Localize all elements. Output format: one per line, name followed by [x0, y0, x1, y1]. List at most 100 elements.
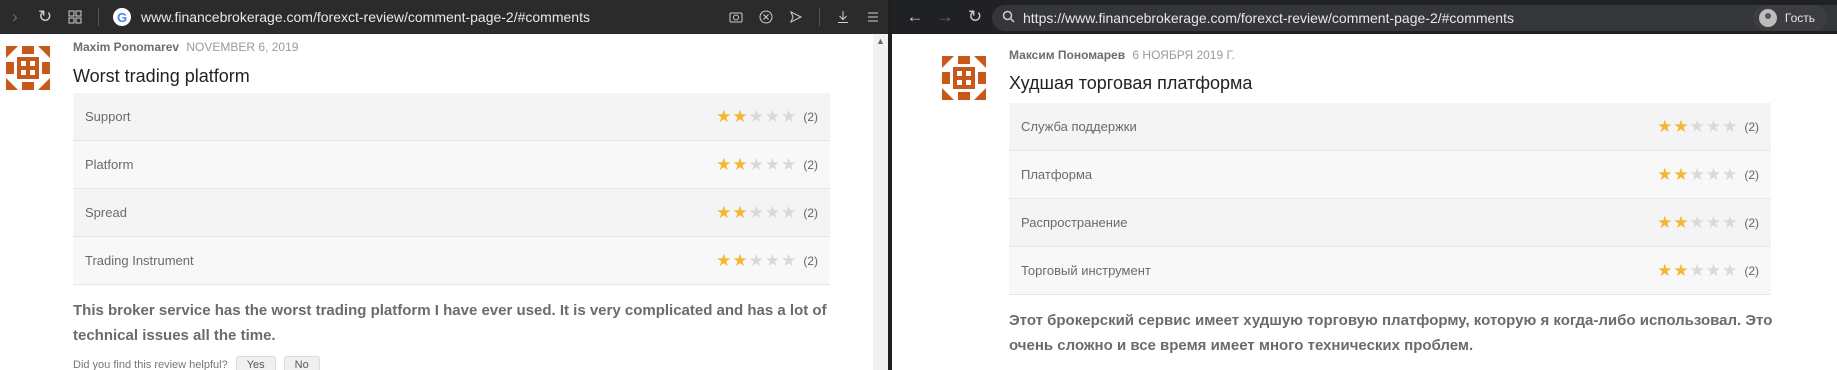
rating-row-spread: Распространение ★ ★ ★ ★ ★ (2) [1009, 199, 1771, 247]
star-icon[interactable]: ★ [1706, 214, 1721, 231]
reload-icon[interactable]: ↻ [30, 2, 60, 32]
reload-icon[interactable]: ↻ [960, 2, 990, 32]
forward-icon[interactable]: → [930, 2, 960, 32]
star-icon[interactable]: ★ [765, 252, 780, 269]
review-date: 6 НОЯБРЯ 2019 Г. [1132, 48, 1235, 62]
star-icon[interactable]: ★ [1722, 118, 1737, 135]
star-icon[interactable]: ★ [765, 156, 780, 173]
star-icon[interactable]: ★ [781, 252, 796, 269]
left-browser-window: › ↻ G www.financebrokerage.com/forexct-r… [0, 0, 888, 370]
star-icon[interactable]: ★ [1690, 118, 1705, 135]
rating-row-support: Support ★ ★ ★ ★ ★ (2) [73, 93, 830, 141]
helpful-section: Did you find this review helpful? Yes No [73, 356, 320, 370]
star-icon[interactable]: ★ [1673, 262, 1688, 279]
rating-stars: ★ ★ ★ ★ ★ (2) [716, 108, 818, 125]
review-title: Худшая торговая платформа [1009, 73, 1253, 93]
star-icon[interactable]: ★ [716, 156, 731, 173]
ratings-table: Support ★ ★ ★ ★ ★ (2) Platform ★ ★ ★ ★ ★ (2) Spr… [73, 93, 830, 285]
forward-icon[interactable]: › [0, 2, 30, 32]
star-icon[interactable]: ★ [1690, 262, 1705, 279]
star-icon[interactable]: ★ [716, 108, 731, 125]
tabs-grid-icon[interactable] [60, 2, 90, 32]
star-icon[interactable]: ★ [749, 156, 764, 173]
toolbar-separator [98, 8, 99, 26]
rating-count: (2) [803, 157, 818, 172]
right-toolbar: ← → ↻ https://www.financebrokerage.com/f… [892, 0, 1837, 34]
star-icon[interactable]: ★ [732, 252, 747, 269]
menu-icon[interactable] [858, 2, 888, 32]
scroll-up-icon[interactable]: ▲ [873, 34, 888, 49]
star-icon[interactable]: ★ [781, 156, 796, 173]
no-button[interactable]: No [283, 356, 320, 370]
rating-label: Распространение [1021, 215, 1128, 230]
camera-icon[interactable] [721, 2, 751, 32]
star-icon[interactable]: ★ [749, 204, 764, 221]
star-icon[interactable]: ★ [749, 252, 764, 269]
download-icon[interactable] [828, 2, 858, 32]
rating-stars: ★ ★ ★ ★ ★ (2) [1657, 118, 1759, 135]
left-page-content: Maxim Ponomarev NOVEMBER 6, 2019 Worst t… [0, 34, 888, 370]
right-address-bar[interactable]: https://www.financebrokerage.com/forexct… [1023, 10, 1514, 26]
star-icon[interactable]: ★ [1706, 166, 1721, 183]
star-icon[interactable]: ★ [716, 204, 731, 221]
star-icon[interactable]: ★ [749, 108, 764, 125]
rating-count: (2) [1744, 167, 1759, 182]
rating-label: Support [85, 109, 131, 124]
rating-stars: ★ ★ ★ ★ ★ (2) [716, 204, 818, 221]
star-icon[interactable]: ★ [1690, 166, 1705, 183]
left-toolbar: › ↻ G www.financebrokerage.com/forexct-r… [0, 0, 888, 34]
star-icon[interactable]: ★ [1706, 262, 1721, 279]
author-name: Максим Пономарев [1009, 48, 1126, 62]
star-icon[interactable]: ★ [1722, 262, 1737, 279]
star-icon[interactable]: ★ [732, 108, 747, 125]
star-icon[interactable]: ★ [1657, 118, 1672, 135]
star-icon[interactable]: ★ [732, 156, 747, 173]
rating-stars: ★ ★ ★ ★ ★ (2) [1657, 262, 1759, 279]
back-icon[interactable]: ← [900, 2, 930, 32]
helpful-prompt: Did you find this review helpful? [73, 359, 228, 370]
search-icon [1002, 10, 1015, 27]
shield-icon[interactable] [751, 2, 781, 32]
rating-row-platform: Platform ★ ★ ★ ★ ★ (2) [73, 141, 830, 189]
review-body: Этот брокерский сервис имеет худшую торг… [1009, 312, 1773, 354]
rating-label: Trading Instrument [85, 253, 194, 268]
star-icon[interactable]: ★ [1673, 118, 1688, 135]
star-icon[interactable]: ★ [716, 252, 731, 269]
yes-button[interactable]: Yes [235, 356, 276, 370]
toolbar-separator [819, 8, 820, 26]
star-icon[interactable]: ★ [781, 108, 796, 125]
rating-stars: ★ ★ ★ ★ ★ (2) [716, 156, 818, 173]
star-icon[interactable]: ★ [765, 108, 780, 125]
rating-label: Spread [85, 205, 127, 220]
star-icon[interactable]: ★ [1657, 166, 1672, 183]
rating-row-spread: Spread ★ ★ ★ ★ ★ (2) [73, 189, 830, 237]
rating-count: (2) [803, 253, 818, 268]
rating-row-trading-instrument: Trading Instrument ★ ★ ★ ★ ★ (2) [73, 237, 830, 285]
star-icon[interactable]: ★ [1722, 166, 1737, 183]
star-icon[interactable]: ★ [781, 204, 796, 221]
star-icon[interactable]: ★ [1690, 214, 1705, 231]
guest-profile-button[interactable]: Гость [1752, 5, 1827, 31]
omnibox[interactable]: https://www.financebrokerage.com/forexct… [992, 5, 1837, 31]
star-icon[interactable]: ★ [1657, 214, 1672, 231]
review-author: Максим Пономарев 6 НОЯБРЯ 2019 Г. [1009, 48, 1235, 62]
left-address-bar[interactable]: www.financebrokerage.com/forexct-review/… [141, 9, 590, 25]
author-name: Maxim Ponomarev [73, 40, 180, 54]
star-icon[interactable]: ★ [765, 204, 780, 221]
star-icon[interactable]: ★ [1706, 118, 1721, 135]
send-icon[interactable] [781, 2, 811, 32]
star-icon[interactable]: ★ [1673, 166, 1688, 183]
star-icon[interactable]: ★ [1722, 214, 1737, 231]
right-page-content: Максим Пономарев 6 НОЯБРЯ 2019 Г. Худшая… [892, 34, 1837, 370]
review-body: This broker service has the worst tradin… [73, 302, 827, 344]
star-icon[interactable]: ★ [732, 204, 747, 221]
star-icon[interactable]: ★ [1657, 262, 1672, 279]
rating-count: (2) [1744, 263, 1759, 278]
scrollbar[interactable]: ▲ [873, 34, 888, 370]
ratings-table: Служба поддержки ★ ★ ★ ★ ★ (2) Платформа ★ ★ ★… [1009, 103, 1771, 295]
rating-label: Platform [85, 157, 134, 172]
star-icon[interactable]: ★ [1673, 214, 1688, 231]
rating-stars: ★ ★ ★ ★ ★ (2) [716, 252, 818, 269]
review-author: Maxim Ponomarev NOVEMBER 6, 2019 [73, 40, 298, 54]
rating-label: Служба поддержки [1021, 119, 1137, 134]
